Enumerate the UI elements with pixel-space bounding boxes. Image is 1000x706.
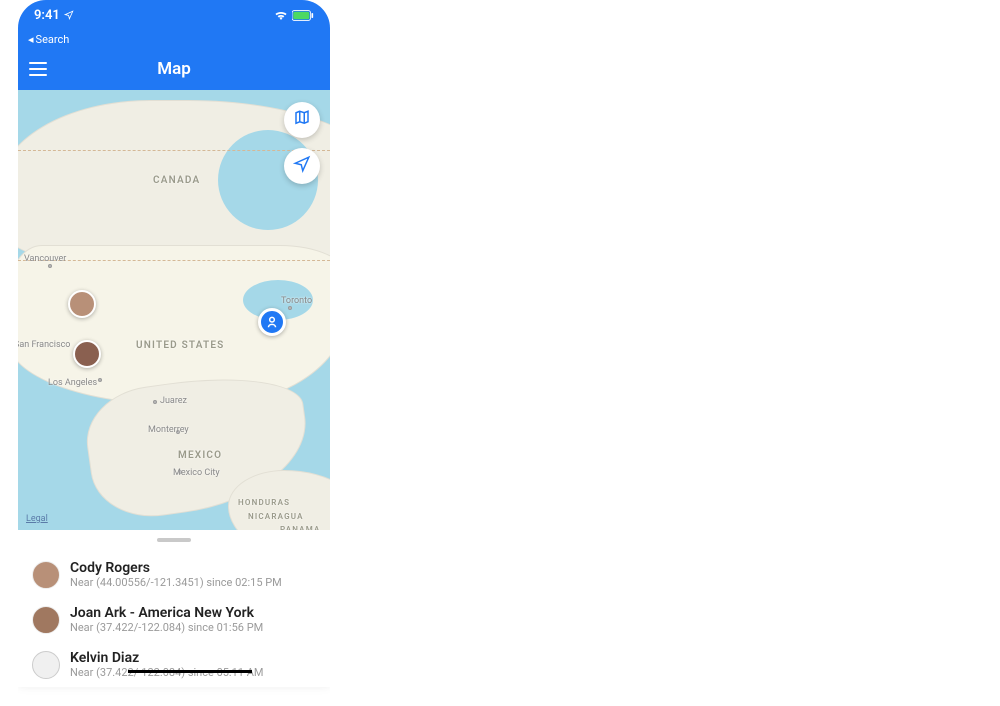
people-sheet[interactable]: Cody Rogers Near (44.00556/-121.3451) si… <box>18 530 330 687</box>
sheet-grabber[interactable] <box>157 538 191 542</box>
back-caret-icon: ◂ <box>28 33 34 46</box>
city-label-monterrey: Monterrey <box>148 425 189 435</box>
status-bar: 9:41 <box>18 0 330 30</box>
back-label: Search <box>36 33 70 46</box>
page-title: Map <box>18 59 330 79</box>
city-label-vancouver: Vancouver <box>24 254 66 264</box>
status-time: 9:41 <box>34 8 60 23</box>
wifi-icon <box>274 10 288 20</box>
city-label-juarez: Juarez <box>160 396 187 406</box>
city-label-toronto: Toronto <box>281 296 312 306</box>
person-name: Kelvin Diaz <box>70 650 316 666</box>
city-label-sanfrancisco: San Francisco <box>18 340 70 350</box>
redaction-bar <box>128 670 252 673</box>
city-label-mexicocity: Mexico City <box>173 468 220 478</box>
back-to-search[interactable]: ◂ Search <box>18 30 330 48</box>
person-detail: Near (37.422/-122.084) since 01:56 PM <box>70 621 316 634</box>
locate-arrow-icon <box>293 155 311 177</box>
map-legal-link[interactable]: Legal <box>26 514 48 524</box>
person-row-2[interactable]: Kelvin Diaz Near (37.422/-122.084) since… <box>18 642 330 687</box>
nav-bar: Map <box>18 48 330 90</box>
person-name: Joan Ark - America New York <box>70 605 316 621</box>
map-layers-icon <box>293 109 311 131</box>
person-row-0[interactable]: Cody Rogers Near (44.00556/-121.3451) si… <box>18 552 330 597</box>
country-label-nicaragua: NICARAGUA <box>248 512 304 521</box>
avatar <box>32 561 60 589</box>
locate-me-button[interactable] <box>284 148 320 184</box>
phone-screen: 9:41 ◂ Search Map <box>18 0 330 706</box>
person-detail: Near (44.00556/-121.3451) since 02:15 PM <box>70 576 316 589</box>
country-label-mexico: MEXICO <box>178 450 222 461</box>
country-label-canada: CANADA <box>153 175 200 186</box>
country-label-usa: UNITED STATES <box>136 340 224 351</box>
person-row-1[interactable]: Joan Ark - America New York Near (37.422… <box>18 597 330 642</box>
map-marker-avatar-2[interactable] <box>73 340 101 368</box>
battery-icon <box>292 10 314 21</box>
map-layers-button[interactable] <box>284 102 320 138</box>
avatar <box>32 651 60 679</box>
city-label-losangeles: Los Angeles <box>48 378 97 388</box>
country-label-panama: PANAMA <box>280 525 321 530</box>
map-marker-pin[interactable] <box>258 308 286 336</box>
map-view[interactable]: CANADA UNITED STATES MEXICO HONDURAS NIC… <box>18 90 330 530</box>
person-name: Cody Rogers <box>70 560 316 576</box>
avatar <box>32 606 60 634</box>
country-label-honduras: HONDURAS <box>238 498 290 507</box>
menu-button[interactable] <box>18 62 58 76</box>
map-marker-avatar-1[interactable] <box>68 290 96 318</box>
location-services-icon <box>64 10 74 20</box>
